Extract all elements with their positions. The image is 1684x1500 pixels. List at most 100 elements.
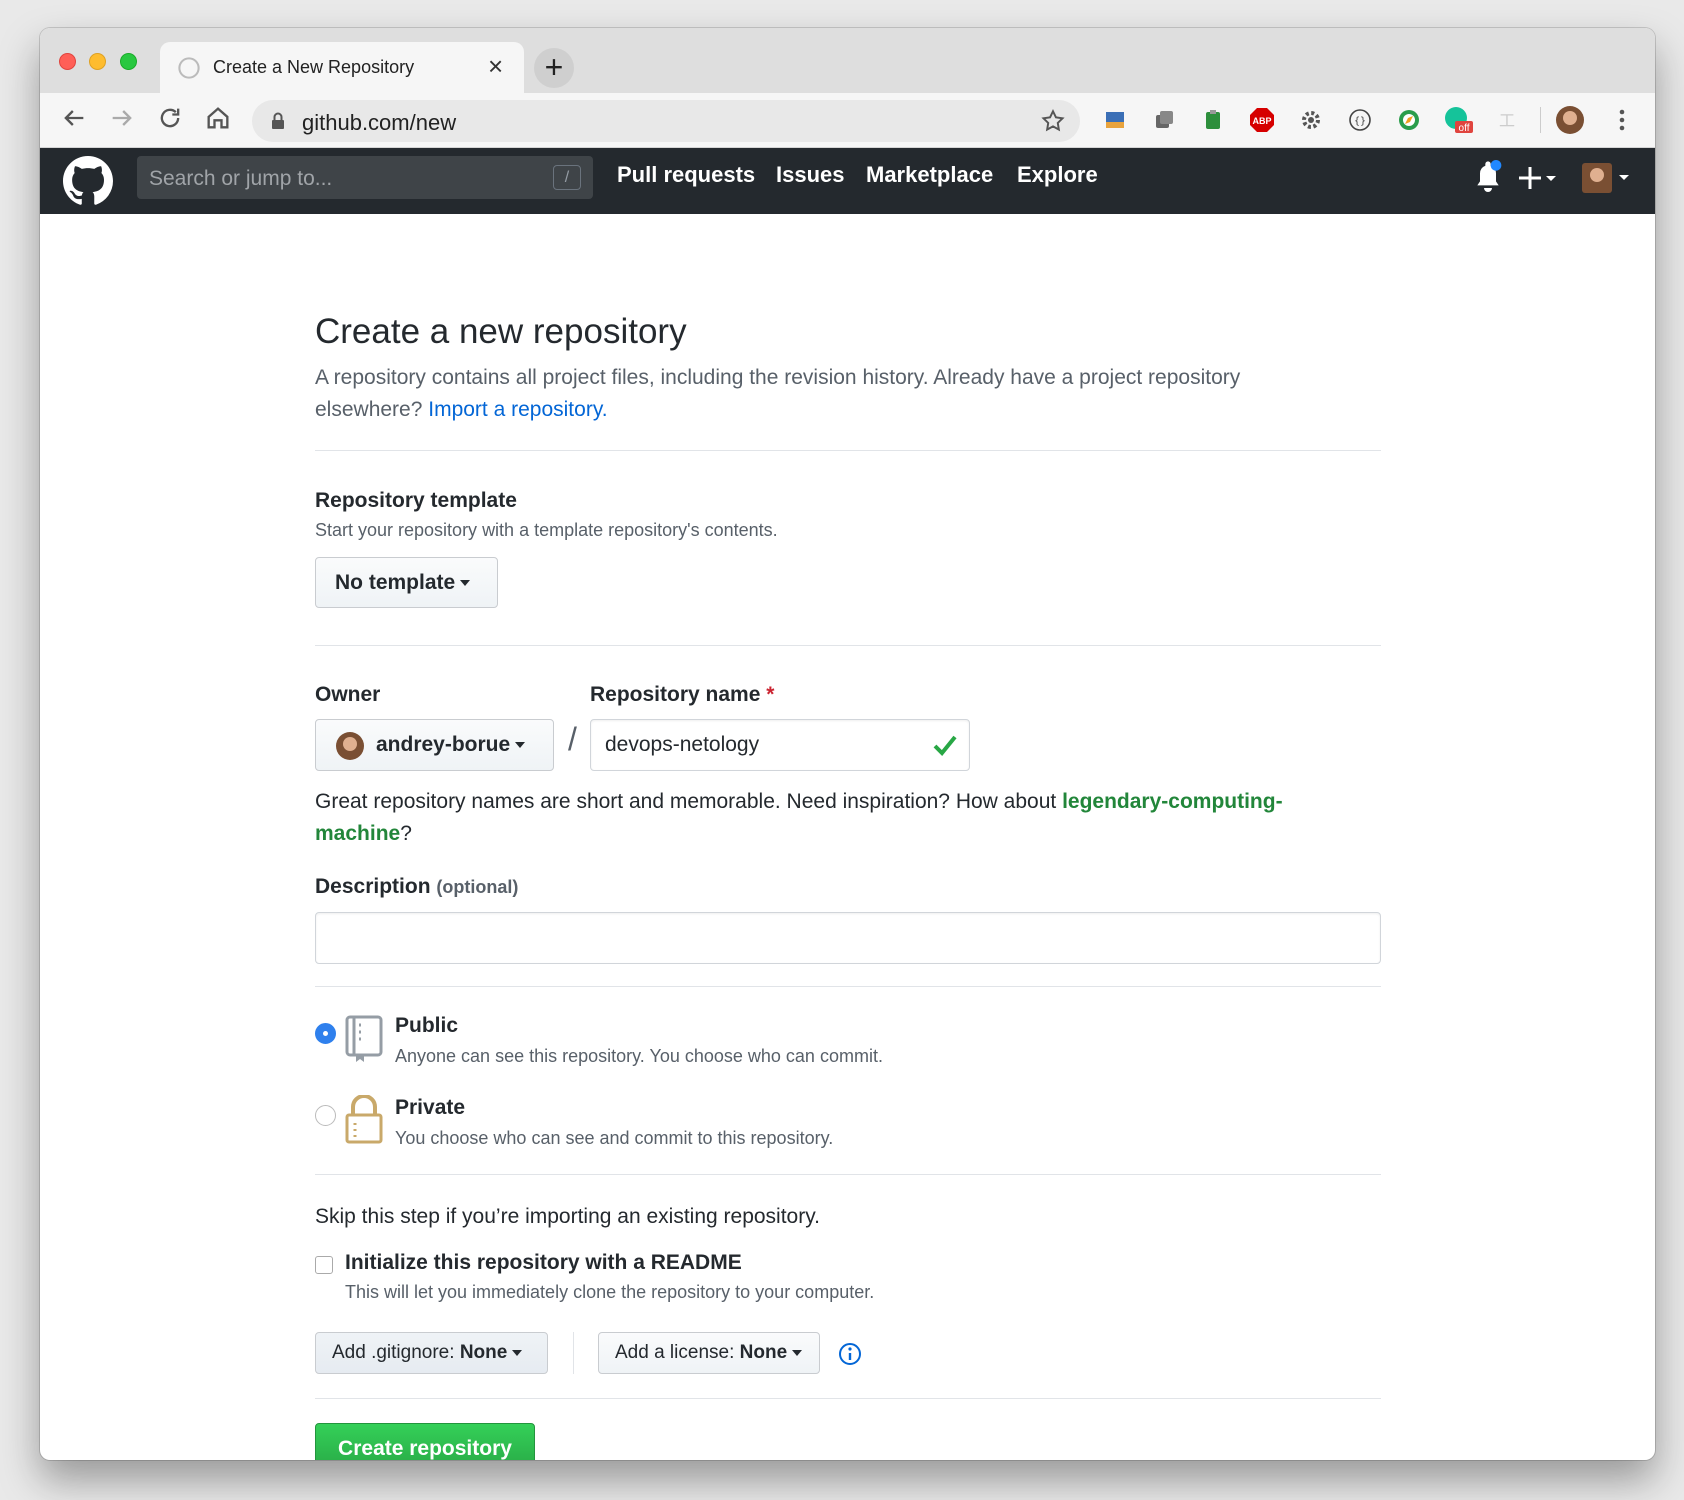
divider: [315, 986, 1381, 987]
divider: [315, 1174, 1381, 1175]
import-repository-link[interactable]: Import a repository.: [428, 398, 607, 421]
hint-end: ?: [400, 822, 412, 845]
page-title: Create a new repository: [315, 312, 687, 351]
chevron-down-icon: [515, 742, 526, 749]
license-value: None: [739, 1342, 788, 1363]
optional-note: (optional): [436, 877, 519, 897]
readme-label[interactable]: Initialize this repository with a README: [345, 1251, 742, 1275]
info-icon[interactable]: [838, 1342, 862, 1366]
github-favicon-icon: [178, 57, 200, 79]
browser-toolbar: github.com/new ABP {} off 工: [40, 93, 1655, 148]
lock-icon: [345, 1095, 383, 1144]
github-logo-icon[interactable]: [63, 156, 113, 206]
new-tab-button[interactable]: +: [534, 48, 574, 88]
check-icon: [933, 735, 957, 756]
minimize-window-button[interactable]: [89, 53, 106, 70]
vertical-divider: [573, 1332, 574, 1374]
template-note: Start your repository with a template re…: [315, 520, 778, 540]
divider: [315, 1398, 1381, 1399]
tab-close-button[interactable]: ×: [488, 53, 503, 79]
grammarly-off-badge: off: [1459, 123, 1470, 134]
private-radio[interactable]: [315, 1105, 336, 1126]
extension-clipboard-icon[interactable]: [1198, 105, 1228, 135]
search-placeholder: Search or jump to...: [149, 167, 333, 190]
extension-code-icon[interactable]: {}: [1345, 105, 1375, 135]
browser-menu-icon[interactable]: [1607, 105, 1637, 135]
grammarly-icon[interactable]: off: [1443, 105, 1473, 135]
home-icon: [207, 107, 229, 129]
notifications-bell-icon[interactable]: [1472, 160, 1504, 196]
repository-name-value: devops-netology: [605, 733, 760, 756]
adblock-icon[interactable]: ABP: [1247, 105, 1277, 135]
hint-text: Great repository names are short and mem…: [315, 790, 1057, 813]
gitignore-prefix: Add .gitignore:: [332, 1342, 455, 1363]
gear-icon[interactable]: [1296, 105, 1326, 135]
template-label: Repository template: [315, 489, 517, 512]
address-bar[interactable]: github.com/new: [252, 100, 1080, 142]
extension-image-icon[interactable]: [1100, 105, 1130, 135]
extension-compass-icon[interactable]: [1394, 105, 1424, 135]
tab-strip: Create a New Repository × +: [40, 28, 1655, 94]
home-button[interactable]: [202, 104, 234, 136]
create-repository-button[interactable]: Create repository: [315, 1423, 535, 1460]
template-dropdown-button[interactable]: No template: [315, 557, 498, 608]
nav-explore[interactable]: Explore: [1017, 162, 1098, 188]
toolbar-separator: [1540, 107, 1541, 133]
readme-description: This will let you immediately clone the …: [345, 1282, 875, 1302]
svg-text:工: 工: [1499, 111, 1515, 130]
skip-note: Skip this step if you’re importing an ex…: [315, 1205, 821, 1228]
maximize-window-button[interactable]: [120, 53, 137, 70]
chevron-down-icon: [792, 1349, 803, 1356]
required-mark: *: [766, 683, 775, 706]
divider: [315, 645, 1381, 646]
repository-name-label-text: Repository name: [590, 683, 761, 706]
reload-icon: [160, 108, 180, 128]
extension-translate-icon[interactable]: 工: [1492, 105, 1522, 135]
description-input[interactable]: [315, 912, 1381, 964]
repository-name-label: Repository name *: [590, 683, 774, 707]
url-text: github.com/new: [302, 110, 457, 135]
template-button-label: No template: [335, 571, 456, 594]
svg-text:{}: {}: [1354, 116, 1366, 127]
divider: [315, 450, 1381, 451]
browser-tab[interactable]: Create a New Repository ×: [160, 42, 524, 94]
arrow-right-icon: [112, 110, 132, 126]
nav-issues[interactable]: Issues: [776, 162, 845, 188]
svg-text:ABP: ABP: [1252, 116, 1271, 126]
repository-name-input[interactable]: devops-netology: [590, 719, 970, 771]
lock-icon: [272, 112, 284, 129]
repo-book-icon: [345, 1015, 383, 1062]
gitignore-dropdown-button[interactable]: Add .gitignore: None: [315, 1332, 548, 1374]
public-title: Public: [395, 1014, 459, 1037]
description-label: Description (optional): [315, 875, 518, 899]
forward-button[interactable]: [106, 104, 138, 136]
nav-marketplace[interactable]: Marketplace: [866, 162, 993, 188]
chevron-down-icon: [512, 1349, 523, 1356]
public-description: Anyone can see this repository. You choo…: [395, 1046, 883, 1066]
gitignore-value: None: [459, 1342, 508, 1363]
private-title: Private: [395, 1096, 466, 1119]
close-window-button[interactable]: [59, 53, 76, 70]
extension-copy-icon[interactable]: [1149, 105, 1179, 135]
repository-name-hint: Great repository names are short and mem…: [315, 786, 1375, 850]
public-radio[interactable]: [315, 1023, 336, 1044]
back-button[interactable]: [58, 104, 90, 136]
browser-window: Create a New Repository × + github.com/n…: [40, 28, 1655, 1460]
reload-button[interactable]: [154, 104, 186, 136]
profile-avatar[interactable]: [1555, 105, 1585, 135]
arrow-left-icon: [64, 110, 84, 126]
bookmark-star-icon[interactable]: [1040, 108, 1066, 134]
private-description: You choose who can see and commit to thi…: [395, 1128, 834, 1148]
license-dropdown-button[interactable]: Add a license: None: [598, 1332, 820, 1374]
create-new-plus-icon[interactable]: [1518, 164, 1558, 192]
tab-title: Create a New Repository: [213, 57, 415, 77]
chevron-down-icon: [460, 580, 471, 587]
search-input[interactable]: Search or jump to... /: [137, 156, 593, 199]
nav-pull-requests[interactable]: Pull requests: [617, 162, 755, 188]
readme-checkbox[interactable]: [315, 1256, 333, 1274]
description-label-text: Description: [315, 875, 431, 898]
user-menu-avatar[interactable]: [1581, 162, 1633, 194]
owner-dropdown-button[interactable]: andrey-borue: [315, 719, 554, 771]
owner-avatar: [336, 732, 364, 760]
owner-value: andrey-borue: [376, 733, 511, 756]
